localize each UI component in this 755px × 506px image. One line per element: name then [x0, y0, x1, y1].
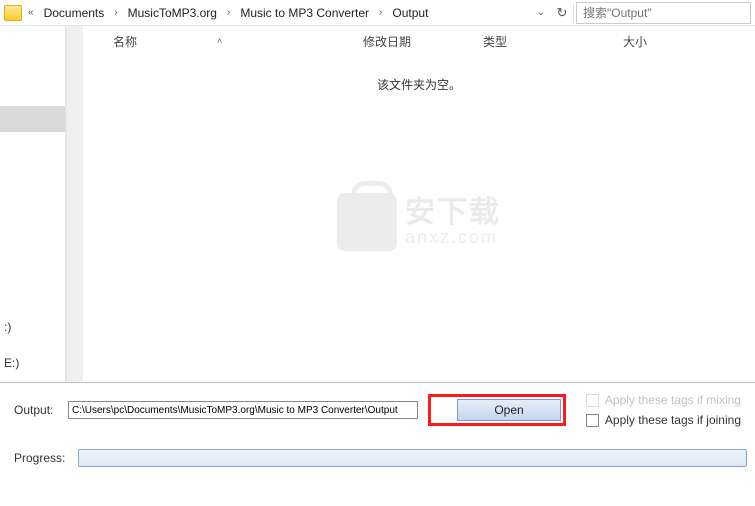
- refresh-icon[interactable]: ↻: [551, 3, 573, 23]
- sort-indicator-icon: ˄: [217, 36, 222, 46]
- open-highlight: Open: [428, 394, 566, 426]
- watermark-title: 安下载: [405, 198, 501, 228]
- watermark-url: anxz.com: [405, 228, 501, 246]
- checkbox-tags-mixing[interactable]: Apply these tags if mixing: [586, 393, 741, 407]
- progress-label: Progress:: [8, 451, 72, 465]
- search-input-wrapper[interactable]: [576, 2, 751, 24]
- address-bar: « Documents › MusicToMP3.org › Music to …: [0, 0, 755, 26]
- column-size[interactable]: 大小: [623, 33, 703, 50]
- tag-options: Apply these tags if mixing Apply these t…: [586, 393, 747, 427]
- breadcrumb[interactable]: « Documents › MusicToMP3.org › Music to …: [0, 4, 531, 22]
- sidebar-scrollbar[interactable]: [66, 26, 83, 382]
- search-input[interactable]: [583, 6, 744, 20]
- crumb-output[interactable]: Output: [388, 4, 432, 22]
- chevron-right-icon: ›: [377, 7, 384, 18]
- empty-folder-message: 该文件夹为空。: [83, 56, 755, 93]
- progress-row: Progress:: [8, 449, 747, 467]
- column-type[interactable]: 类型: [483, 33, 623, 50]
- crumb-musictomp3[interactable]: MusicToMP3.org: [124, 4, 221, 22]
- checkbox-label: Apply these tags if mixing: [605, 393, 741, 407]
- column-headers: 名称 ˄ 修改日期 类型 大小: [83, 26, 755, 56]
- checkbox-label: Apply these tags if joining: [605, 413, 741, 427]
- chevron-right-icon: ›: [112, 7, 119, 18]
- bag-icon: [337, 193, 397, 251]
- sidebar-selected-item[interactable]: [0, 106, 65, 132]
- column-modified[interactable]: 修改日期: [363, 33, 483, 50]
- output-label: Output:: [8, 403, 58, 417]
- output-row: Output: Open Apply these tags if mixing …: [8, 393, 747, 427]
- chevron-down-icon[interactable]: ⌄: [531, 7, 551, 18]
- explorer-body: :) E:) 名称 ˄ 修改日期 类型 大小 该文件夹为空。 安下载 anxz.…: [0, 26, 755, 382]
- output-path-input[interactable]: [68, 401, 418, 419]
- watermark: 安下载 anxz.com: [337, 193, 501, 251]
- open-button[interactable]: Open: [457, 399, 561, 421]
- checkbox-tags-joining[interactable]: Apply these tags if joining: [586, 413, 741, 427]
- sidebar-item-smiley[interactable]: :): [0, 318, 65, 336]
- nav-sidebar: :) E:): [0, 26, 66, 382]
- chevron-right-icon: ›: [225, 7, 232, 18]
- divider: [573, 3, 574, 23]
- sidebar-item-drive-e[interactable]: E:): [0, 354, 65, 372]
- crumb-documents[interactable]: Documents: [40, 4, 109, 22]
- crumb-converter[interactable]: Music to MP3 Converter: [236, 4, 373, 22]
- checkbox-icon: [586, 394, 599, 407]
- progress-bar: [78, 449, 747, 467]
- folder-icon: [4, 5, 22, 21]
- bottom-panel: Output: Open Apply these tags if mixing …: [0, 382, 755, 506]
- file-list-area: 名称 ˄ 修改日期 类型 大小 该文件夹为空。 安下载 anxz.com: [83, 26, 755, 382]
- column-name[interactable]: 名称: [113, 33, 137, 50]
- checkbox-icon: [586, 414, 599, 427]
- breadcrumb-prefix: «: [26, 7, 36, 18]
